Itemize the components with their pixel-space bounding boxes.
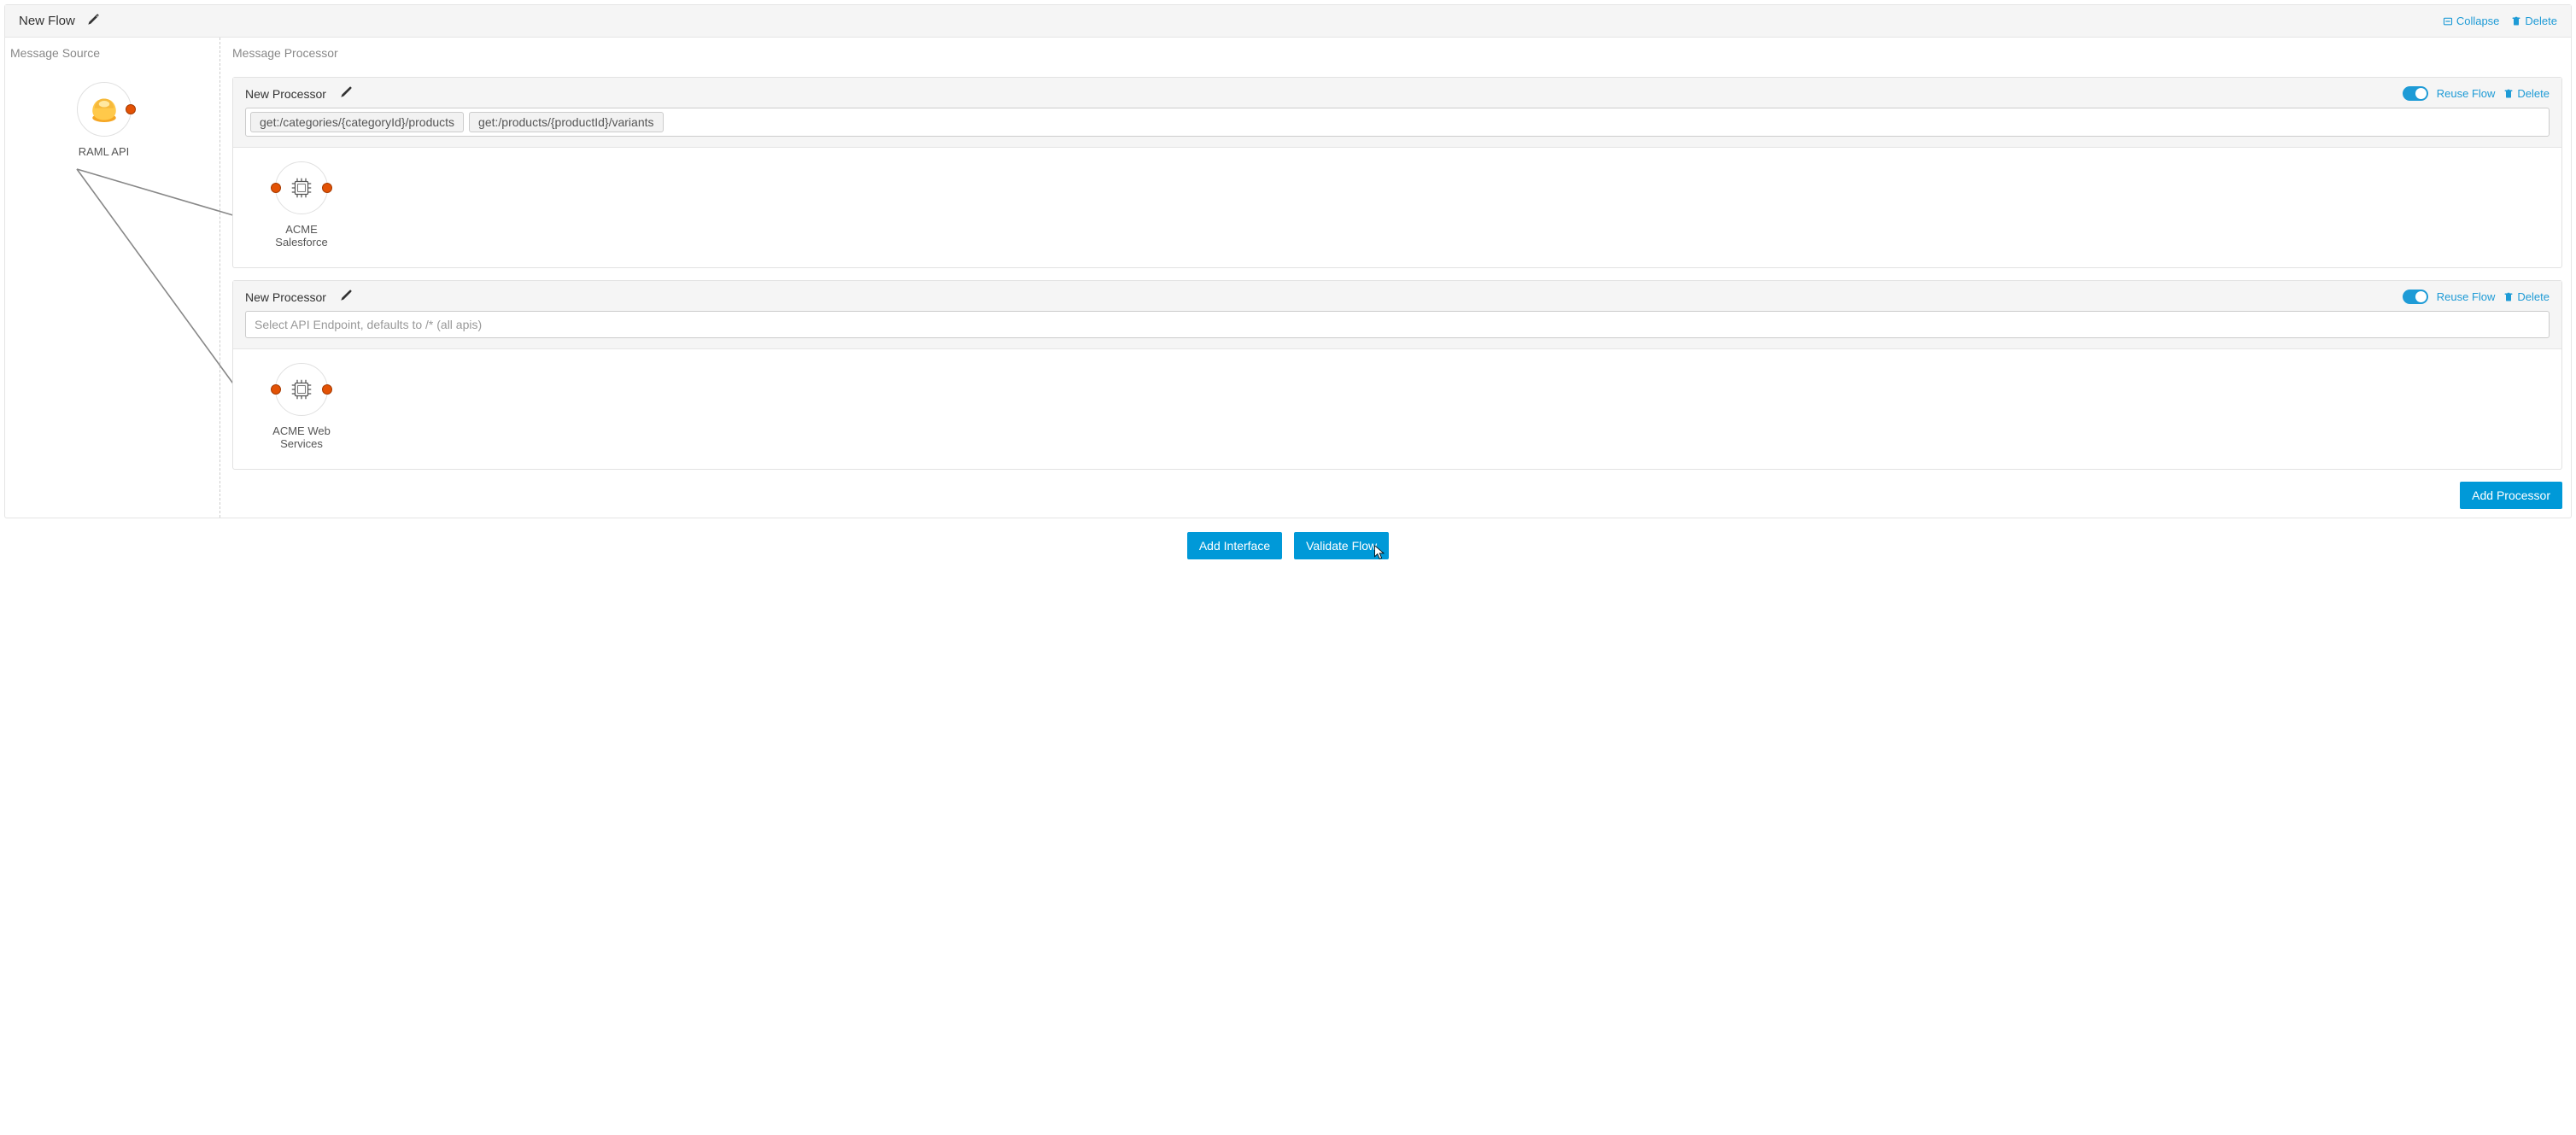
processor-input-port[interactable] bbox=[271, 183, 281, 193]
processor-node[interactable]: ACME Web Services bbox=[259, 363, 344, 450]
endpoint-chip[interactable]: get:/categories/{categoryId}/products bbox=[250, 112, 464, 132]
reuse-flow-toggle[interactable] bbox=[2403, 86, 2428, 101]
trash-icon bbox=[2503, 292, 2514, 302]
add-interface-button[interactable]: Add Interface bbox=[1187, 532, 1282, 559]
chip-icon bbox=[289, 377, 314, 402]
edit-processor-icon[interactable] bbox=[340, 290, 352, 304]
trash-icon bbox=[2511, 16, 2521, 26]
processor-output-port[interactable] bbox=[322, 384, 332, 395]
processor-node-label: ACME Salesforce bbox=[275, 223, 327, 249]
chip-icon bbox=[289, 175, 314, 201]
source-node-label: RAML API bbox=[79, 145, 129, 158]
processor-node[interactable]: ACME Salesforce bbox=[259, 161, 344, 249]
collapse-icon bbox=[2443, 16, 2453, 26]
processor-title: New Processor bbox=[245, 87, 326, 101]
processor-title: New Processor bbox=[245, 290, 326, 304]
processor-input-port[interactable] bbox=[271, 384, 281, 395]
edit-processor-icon[interactable] bbox=[340, 86, 352, 101]
collapse-button[interactable]: Collapse bbox=[2443, 15, 2500, 27]
api-endpoint-input[interactable]: get:/categories/{categoryId}/products ge… bbox=[245, 108, 2550, 137]
raml-api-node[interactable]: RAML API bbox=[0, 82, 211, 158]
message-processor-title: Message Processor bbox=[232, 46, 2562, 60]
processor-output-port[interactable] bbox=[322, 183, 332, 193]
delete-processor-button[interactable]: Delete bbox=[2503, 87, 2550, 100]
api-endpoint-input[interactable] bbox=[245, 311, 2550, 338]
source-output-port[interactable] bbox=[126, 104, 136, 114]
message-source-title: Message Source bbox=[10, 46, 211, 60]
validate-flow-button[interactable]: Validate Flow bbox=[1294, 532, 1389, 559]
flow-title: New Flow bbox=[19, 14, 75, 28]
edit-flow-icon[interactable] bbox=[87, 14, 99, 28]
delete-flow-button[interactable]: Delete bbox=[2511, 15, 2557, 27]
trash-icon bbox=[2503, 89, 2514, 99]
delete-processor-button[interactable]: Delete bbox=[2503, 290, 2550, 303]
add-processor-button[interactable]: Add Processor bbox=[2460, 482, 2562, 509]
processor-card: New Processor Reuse Flow Delete bbox=[232, 280, 2562, 470]
processor-node-label: ACME Web Services bbox=[272, 424, 331, 450]
reuse-flow-toggle[interactable] bbox=[2403, 290, 2428, 304]
endpoint-chip[interactable]: get:/products/{productId}/variants bbox=[469, 112, 663, 132]
reuse-flow-label[interactable]: Reuse Flow bbox=[2437, 87, 2496, 100]
raml-api-icon bbox=[87, 92, 121, 126]
processor-card: New Processor Reuse Flow Delete bbox=[232, 77, 2562, 268]
reuse-flow-label[interactable]: Reuse Flow bbox=[2437, 290, 2496, 303]
